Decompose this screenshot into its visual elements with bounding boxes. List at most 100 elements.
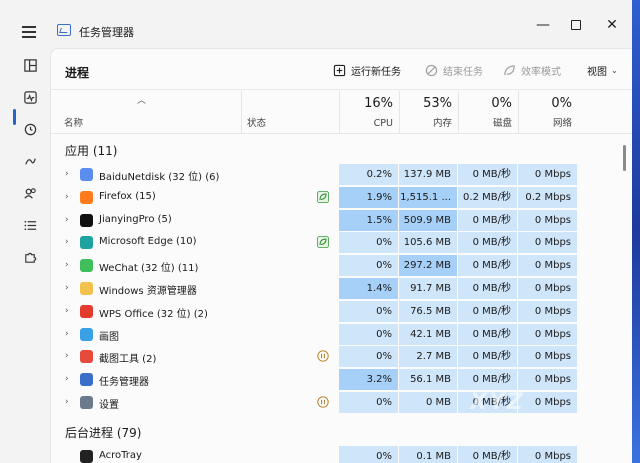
apps-group-title: 应用 (11) [65,144,118,158]
memory-total: 53% [423,96,452,111]
snipping-tool-icon [80,350,93,364]
disk-column-label: 磁盘 [492,118,512,129]
status-column-header[interactable]: 状态 [241,91,339,133]
expand-chevron-icon[interactable]: › [65,329,69,339]
suspended-pause-icon [317,396,329,408]
network-cell: 0 Mbps [518,446,577,463]
cpu-cell: 0% [339,446,398,463]
expand-chevron-icon[interactable]: › [65,215,69,225]
nav-users[interactable] [18,181,42,205]
memory-cell: 56.1 MB [399,369,457,391]
expand-chevron-icon[interactable]: › [65,397,69,407]
efficiency-mode-label: 效率模式 [521,67,561,78]
table-row[interactable]: › WeChat (32 位) (11) 0% 297.2 MB 0 MB/秒 0 Mbp… [51,254,632,277]
sort-ascending-icon: ︿ [137,96,147,106]
expand-chevron-icon[interactable]: › [65,237,69,247]
disk-cell: 0 MB/秒 [458,255,517,277]
nav-rail [0,48,50,463]
memory-cell: 2.7 MB [399,346,457,368]
title-bar: 任务管理器 — ✕ [0,0,632,48]
network-cell: 0 Mbps [518,392,577,413]
table-row[interactable]: › 画图 0% 42.1 MB 0 MB/秒 0 Mbps [51,323,632,346]
table-row[interactable]: › Microsoft Edge (10) 0% 105.6 MB 0 MB/秒 0 Mb… [51,231,632,254]
disk-cell: 0 MB/秒 [458,209,517,231]
expand-chevron-icon[interactable]: › [65,351,69,361]
nav-startup[interactable] [18,149,42,173]
cpu-cell: 0% [339,255,398,277]
disk-column-header[interactable]: 0% 磁盘 [458,91,518,133]
efficiency-leaf-icon [317,190,329,203]
process-name: 设置 [99,400,119,411]
network-cell: 0.2 Mbps [518,186,577,208]
disk-cell: 0 MB/秒 [458,446,517,463]
name-column-header[interactable]: ︿ 名称 [51,91,241,133]
expand-chevron-icon[interactable]: › [65,283,69,293]
expand-chevron-icon[interactable]: › [65,169,69,179]
efficiency-mode-button[interactable]: 效率模式 [503,63,561,78]
disk-cell: 0.2 MB/秒 [458,186,517,208]
expand-chevron-icon[interactable]: › [65,374,69,384]
network-column-header[interactable]: 0% 网络 [518,91,578,133]
table-row[interactable]: › 任务管理器 3.2% 56.1 MB 0 MB/秒 0 Mbps [51,368,632,391]
close-button[interactable]: ✕ [589,14,632,36]
table-row[interactable]: › Firefox (15) 1.9% 1,515.1 ... 0.2 MB/秒 0.2 … [51,186,632,209]
table-row[interactable]: › Windows 资源管理器 1.4% 91.7 MB 0 MB/秒 0 Mbps [51,277,632,300]
expand-chevron-icon[interactable]: › [65,192,69,202]
process-name: WeChat (32 位) (11) [99,263,199,275]
network-cell: 0 Mbps [518,164,577,185]
nav-processes[interactable] [18,53,42,77]
active-nav-indicator [13,109,16,125]
process-name: Microsoft Edge (10) [99,236,197,248]
expand-chevron-icon[interactable]: › [65,306,69,316]
watermark-text: XYZ [470,390,525,415]
disk-total: 0% [491,96,512,111]
table-row[interactable]: › 设置 0% 0 MB 0 MB/秒 0 Mbps [51,391,632,414]
table-row[interactable]: › BaiduNetdisk (32 位) (6) 0.2% 137.9 MB 0 MB… [51,163,632,186]
memory-cell: 42.1 MB [399,323,457,345]
wps-icon [80,304,93,318]
window-title: 任务管理器 [79,26,134,39]
memory-cell: 0 MB [399,392,457,413]
end-task-button[interactable]: 结束任务 [425,63,483,78]
process-name: WPS Office (32 位) (2) [99,308,208,320]
header-divider [51,133,632,134]
run-new-task-button[interactable]: 运行新任务 [333,63,401,78]
cpu-column-header[interactable]: 16% CPU [339,91,399,133]
network-cell: 0 Mbps [518,255,577,277]
table-row[interactable]: AcroTray 0% 0.1 MB 0 MB/秒 0 Mbps [51,445,632,463]
task-manager-window: 任务管理器 — ✕ 进程 运行新任务 结束任务 效率模式 视图 ⌄ ︿ 名称 状… [0,0,632,463]
nav-services[interactable] [18,245,42,269]
name-column-label: 名称 [64,118,84,129]
table-row[interactable]: › JianyingPro (5) 1.5% 509.9 MB 0 MB/秒 0 Mbps [51,209,632,232]
cpu-cell: 1.4% [339,278,398,299]
cpu-column-label: CPU [373,118,393,129]
memory-cell: 1,515.1 ... [399,186,457,208]
memory-column-header[interactable]: 53% 内存 [399,91,458,133]
view-dropdown[interactable]: 视图 ⌄ [587,63,618,78]
leaf-icon [503,64,516,77]
table-row[interactable]: › 截图工具 (2) 0% 2.7 MB 0 MB/秒 0 Mbps [51,345,632,368]
disk-cell: 0 MB/秒 [458,278,517,299]
expand-chevron-icon[interactable]: › [65,260,69,270]
nav-details[interactable] [18,213,42,237]
network-cell: 0 Mbps [518,278,577,299]
nav-app-history[interactable] [18,117,42,141]
process-name: JianyingPro (5) [99,213,172,225]
process-name: BaiduNetdisk (32 位) (6) [99,172,220,183]
network-cell: 0 Mbps [518,369,577,391]
history-icon [24,123,36,135]
cpu-total: 16% [364,96,393,111]
startup-icon [24,158,36,165]
process-name: 截图工具 (2) [99,354,157,366]
baidu-netdisk-icon [80,168,93,181]
network-cell: 0 Mbps [518,209,577,231]
vertical-scrollbar[interactable] [623,145,626,171]
memory-cell: 0.1 MB [399,446,457,463]
edge-icon [80,236,93,250]
hamburger-menu-icon[interactable] [22,26,36,38]
table-row[interactable]: › WPS Office (32 位) (2) 0% 76.5 MB 0 MB/秒 0 M… [51,300,632,323]
nav-performance[interactable] [18,85,42,109]
cpu-cell: 0% [339,392,398,413]
maximize-icon [571,20,581,30]
network-cell: 0 Mbps [518,300,577,322]
